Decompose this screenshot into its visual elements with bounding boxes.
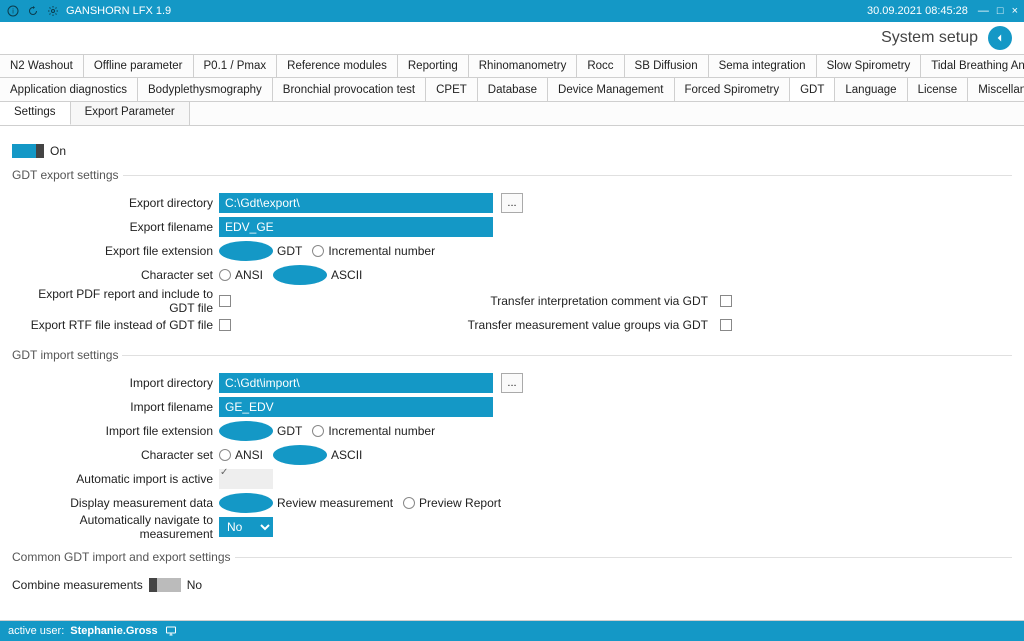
tab-miscellaneous[interactable]: Miscellaneous [968,78,1024,101]
tab-offline-parameter[interactable]: Offline parameter [84,55,194,77]
subtab-settings[interactable]: Settings [0,102,71,125]
export-rtf-label: Export RTF file instead of GDT file [12,318,219,332]
tabs-row-2: Application diagnostics Bodyplethysmogra… [0,78,1024,102]
import-ext-gdt[interactable]: GDT [219,421,302,441]
tab-device-management[interactable]: Device Management [548,78,674,101]
export-charset-label: Character set [12,268,219,282]
subtab-export-parameter[interactable]: Export Parameter [71,102,190,125]
arrow-left-icon [993,31,1007,45]
sync-icon[interactable] [26,4,40,18]
tab-tidal-breathing[interactable]: Tidal Breathing Analysis [921,55,1024,77]
tab-app-diagnostics[interactable]: Application diagnostics [0,78,138,101]
import-display-label: Display measurement data [12,496,219,510]
export-dir-input[interactable] [219,193,493,213]
export-dir-browse[interactable]: ... [501,193,523,213]
common-fieldset: Common GDT import and export settings Co… [12,550,1012,598]
minimize-button[interactable]: — [978,5,989,17]
status-bar: active user: Stephanie.Gross [0,621,1024,641]
tab-forced-spirometry[interactable]: Forced Spirometry [675,78,791,101]
tab-bodyplethysmography[interactable]: Bodyplethysmography [138,78,273,101]
tab-n2-washout[interactable]: N2 Washout [0,55,84,77]
tabs-row-1: N2 Washout Offline parameter P0.1 / Pmax… [0,54,1024,78]
export-groups-check[interactable] [720,319,732,331]
title-bar: i GANSHORN LFX 1.9 30.09.2021 08:45:28 —… [0,0,1024,22]
on-off-toggle[interactable] [12,144,44,158]
export-dir-label: Export directory [12,196,219,210]
import-auto-label: Automatic import is active [12,472,219,486]
tab-reference-modules[interactable]: Reference modules [277,55,398,77]
tab-rhinomanometry[interactable]: Rhinomanometry [469,55,578,77]
tab-p01-pmax[interactable]: P0.1 / Pmax [194,55,278,77]
on-label: On [50,144,66,158]
maximize-button[interactable]: □ [997,5,1004,17]
import-charset-ansi[interactable]: ANSI [219,448,263,462]
tab-sema-integration[interactable]: Sema integration [709,55,817,77]
app-title: GANSHORN LFX 1.9 [66,5,171,17]
export-filename-input[interactable] [219,217,493,237]
back-button[interactable] [988,26,1012,50]
export-ext-label: Export file extension [12,244,219,258]
tab-reporting[interactable]: Reporting [398,55,469,77]
sub-tabs: Settings Export Parameter [0,102,1024,126]
import-dir-label: Import directory [12,376,219,390]
export-interp-check[interactable] [720,295,732,307]
import-legend: GDT import settings [12,348,122,362]
combine-label: Combine measurements [12,578,143,592]
export-rtf-check[interactable] [219,319,231,331]
tab-rocc[interactable]: Rocc [577,55,624,77]
subheader: System setup [0,22,1024,54]
export-interp-label: Transfer interpretation comment via GDT [490,294,714,308]
tab-license[interactable]: License [908,78,969,101]
monitor-icon [164,625,180,637]
import-display-preview[interactable]: Preview Report [403,496,501,510]
import-filename-input[interactable] [219,397,493,417]
export-ext-gdt[interactable]: GDT [219,241,302,261]
import-dir-browse[interactable]: ... [501,373,523,393]
tab-database[interactable]: Database [478,78,548,101]
export-charset-ansi[interactable]: ANSI [219,268,263,282]
active-user-prefix: active user: [8,625,64,637]
import-filename-label: Import filename [12,400,219,414]
import-display-review[interactable]: Review measurement [219,493,393,513]
export-charset-ascii[interactable]: ASCII [273,265,362,285]
tab-cpet[interactable]: CPET [426,78,478,101]
close-button[interactable]: × [1012,5,1018,17]
import-dir-input[interactable] [219,373,493,393]
import-charset-label: Character set [12,448,219,462]
export-legend: GDT export settings [12,168,123,182]
gear-icon[interactable] [46,4,60,18]
content: On GDT export settings Export directory … [0,126,1024,621]
import-nav-label: Automatically navigate to measurement [12,513,219,541]
export-ext-incremental[interactable]: Incremental number [312,244,435,258]
export-fieldset: GDT export settings Export directory ...… [12,168,1012,338]
import-fieldset: GDT import settings Import directory ...… [12,348,1012,540]
export-groups-label: Transfer measurement value groups via GD… [468,318,714,332]
tab-slow-spirometry[interactable]: Slow Spirometry [817,55,922,77]
import-ext-incremental[interactable]: Incremental number [312,424,435,438]
active-user-name: Stephanie.Gross [70,625,157,637]
tab-bronchial-provocation[interactable]: Bronchial provocation test [273,78,426,101]
import-charset-ascii[interactable]: ASCII [273,445,362,465]
tab-language[interactable]: Language [835,78,907,101]
tab-sb-diffusion[interactable]: SB Diffusion [625,55,709,77]
app-info-icon[interactable]: i [6,4,20,18]
common-legend: Common GDT import and export settings [12,550,235,564]
combine-toggle[interactable] [149,578,181,592]
export-pdf-label: Export PDF report and include to GDT fil… [12,287,219,315]
tab-gdt[interactable]: GDT [790,78,835,101]
export-filename-label: Export filename [12,220,219,234]
import-auto-check [219,469,273,489]
export-pdf-check[interactable] [219,295,231,307]
svg-text:i: i [12,9,14,16]
page-title: System setup [881,29,978,47]
timestamp: 30.09.2021 08:45:28 [867,5,968,17]
combine-state: No [187,578,202,592]
import-nav-select[interactable]: No [219,517,273,537]
import-ext-label: Import file extension [12,424,219,438]
